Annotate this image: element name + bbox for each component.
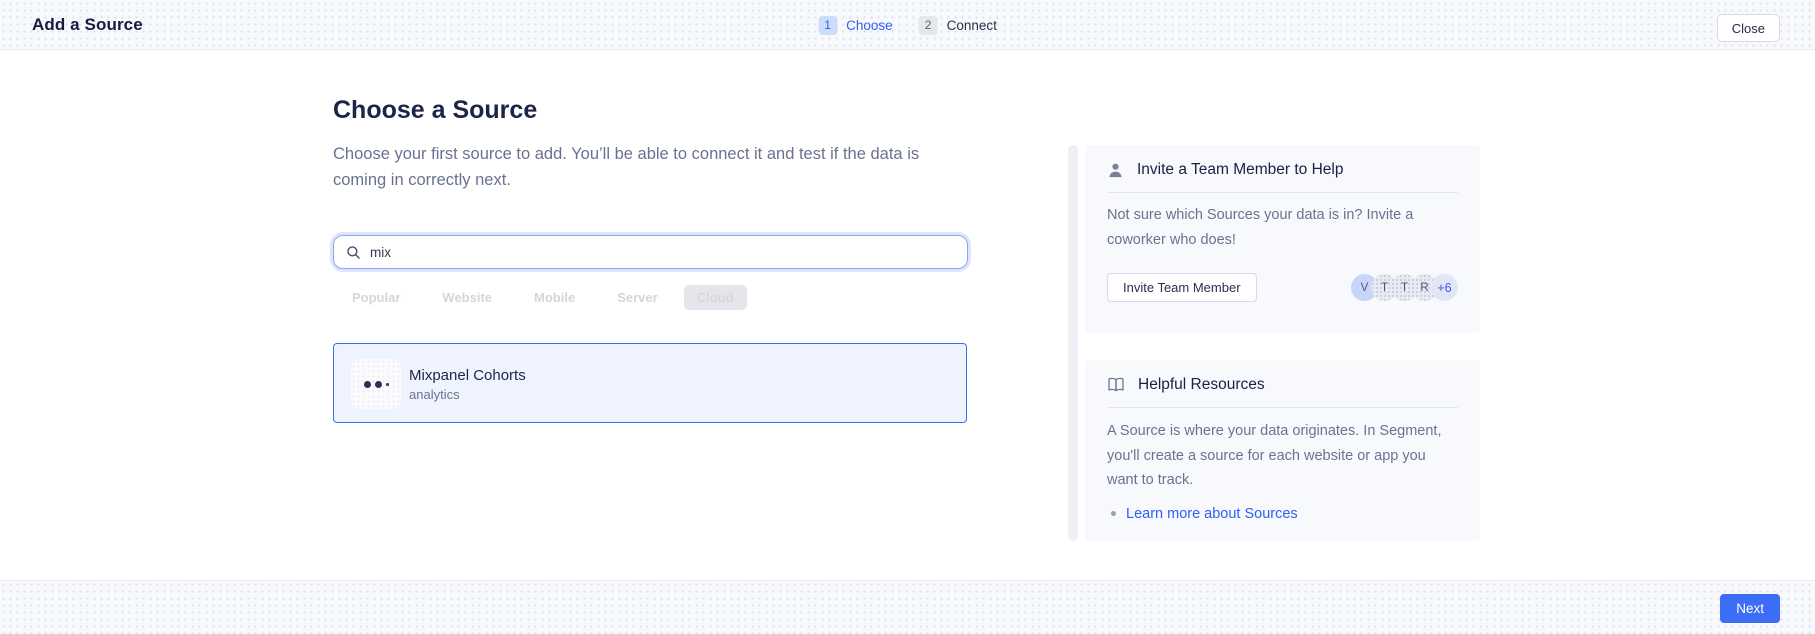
search-input[interactable] — [370, 245, 955, 260]
description-line: coming in correctly next. — [333, 167, 919, 193]
invite-team-panel: Invite a Team Member to Help Not sure wh… — [1085, 145, 1480, 333]
main-description: Choose your first source to add. You’ll … — [333, 141, 919, 193]
resources-panel-header: Helpful Resources — [1085, 360, 1480, 407]
source-search — [333, 235, 968, 269]
body-line: A Source is where your data originates. … — [1107, 419, 1458, 444]
stepper: 1 Choose 2 Connect — [818, 0, 997, 50]
tab-website[interactable]: Website — [442, 290, 492, 305]
mixpanel-logo-icon — [351, 359, 401, 409]
main-heading: Choose a Source — [333, 96, 537, 125]
page-title: Add a Source — [32, 15, 143, 35]
logo-dot — [386, 383, 389, 386]
helpful-resources-panel: Helpful Resources A Source is where your… — [1085, 360, 1480, 541]
source-category: analytics — [409, 387, 460, 402]
next-button[interactable]: Next — [1720, 594, 1780, 623]
source-result-card[interactable]: Mixpanel Cohorts analytics — [333, 343, 967, 423]
source-name: Mixpanel Cohorts — [409, 367, 526, 384]
learn-more-sources-link[interactable]: Learn more about Sources — [1126, 506, 1298, 522]
invite-panel-header: Invite a Team Member to Help — [1085, 145, 1480, 192]
search-icon — [346, 245, 361, 260]
resources-panel-title: Helpful Resources — [1138, 376, 1265, 394]
body-line: you'll create a source for each website … — [1107, 444, 1458, 469]
avatar-stack: V T T R +6 — [1351, 274, 1458, 301]
body-line: Not sure which Sources your data is in? … — [1107, 203, 1458, 228]
add-source-page: Add a Source 1 Choose 2 Connect Close Ch… — [0, 0, 1815, 634]
invite-actions-row: Invite Team Member V T T R +6 — [1085, 253, 1480, 302]
tab-cloud[interactable]: Cloud — [684, 285, 747, 310]
top-bar: Add a Source 1 Choose 2 Connect Close — [0, 0, 1815, 50]
logo-dot — [375, 381, 382, 388]
step-label: Connect — [947, 18, 997, 33]
step-connect: 2 Connect — [919, 16, 997, 35]
body-line: coworker who does! — [1107, 228, 1458, 253]
resources-panel-body: A Source is where your data originates. … — [1085, 408, 1480, 493]
step-number-badge: 2 — [919, 16, 938, 35]
tab-popular[interactable]: Popular — [352, 290, 400, 305]
open-book-icon — [1107, 377, 1125, 393]
tab-server[interactable]: Server — [617, 290, 657, 305]
step-choose: 1 Choose — [818, 16, 893, 35]
step-label: Choose — [846, 18, 893, 33]
avatar-overflow-badge[interactable]: +6 — [1431, 274, 1458, 301]
logo-dot — [364, 381, 371, 388]
category-tabs: Popular Website Mobile Server Cloud — [352, 285, 747, 310]
invite-team-member-button[interactable]: Invite Team Member — [1107, 273, 1257, 302]
body-line: want to track. — [1107, 468, 1458, 493]
invite-panel-body: Not sure which Sources your data is in? … — [1085, 193, 1480, 253]
description-line: Choose your first source to add. You’ll … — [333, 141, 919, 167]
scrollbar-track[interactable] — [1068, 145, 1078, 541]
tab-mobile[interactable]: Mobile — [534, 290, 575, 305]
step-number-badge: 1 — [818, 16, 837, 35]
person-icon — [1107, 162, 1124, 179]
bullet-icon — [1111, 511, 1116, 516]
invite-panel-title: Invite a Team Member to Help — [1137, 161, 1343, 179]
resource-link-item: Learn more about Sources — [1085, 493, 1480, 522]
bottom-bar: Next — [0, 580, 1815, 634]
close-button[interactable]: Close — [1717, 14, 1780, 42]
